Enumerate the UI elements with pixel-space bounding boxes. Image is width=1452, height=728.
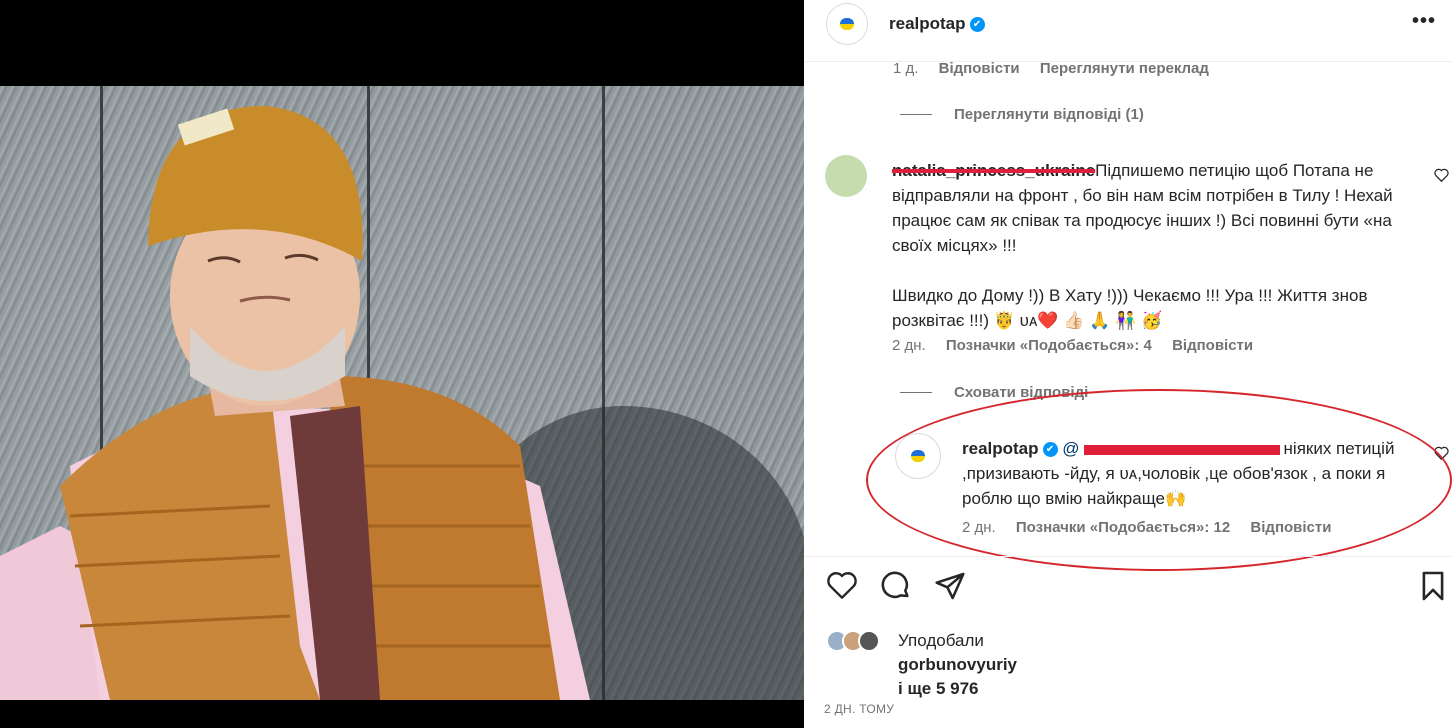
- redaction-bar: [1083, 444, 1280, 455]
- commenter-avatar[interactable]: [825, 155, 867, 197]
- liker-username[interactable]: gorbunovyuriy: [898, 653, 1017, 677]
- reply-text: realpotap ✔ @ ніяких петицій ,призивають -…: [962, 436, 1422, 511]
- liker-avatar: [858, 630, 880, 652]
- view-replies-label: Переглянути відповіді (1): [954, 106, 1144, 123]
- username-text[interactable]: realpotap: [889, 14, 966, 33]
- comment-text: natalia_princess_ukraineПідпишемо петиці…: [892, 158, 1412, 333]
- reply-link[interactable]: Відповісти: [1250, 519, 1331, 536]
- heart-icon[interactable]: [826, 570, 858, 600]
- more-options-icon[interactable]: •••: [1412, 10, 1436, 33]
- mention-symbol: @: [1062, 439, 1080, 458]
- comment-meta: 2 дн. Позначки «Подобається»: 4 Відповіс…: [892, 337, 1269, 354]
- divider-dash: [900, 392, 932, 393]
- reply-username[interactable]: realpotap: [962, 439, 1039, 458]
- reply-meta: 2 дн. Позначки «Подобається»: 12 Відпові…: [962, 519, 1347, 536]
- comment-body-2: Швидко до Дому !)) В Хату !))) Чекаємо !…: [892, 286, 1368, 330]
- heart-flag-icon: [911, 450, 925, 462]
- person-illustration: [0, 106, 590, 700]
- comment-icon[interactable]: [880, 570, 912, 602]
- comment-like-icon[interactable]: [1434, 168, 1449, 182]
- heart-flag-icon: [840, 18, 854, 30]
- action-bar: [824, 570, 1444, 606]
- reply-link[interactable]: Відповісти: [1172, 337, 1253, 354]
- view-replies-button[interactable]: Переглянути відповіді (1): [900, 106, 1144, 123]
- hide-replies-label: Сховати відповіді: [954, 384, 1089, 401]
- reply-avatar[interactable]: [895, 433, 941, 479]
- reply-age: 2 дн.: [962, 519, 996, 536]
- verified-badge-icon: ✔: [1042, 442, 1058, 458]
- comment-age: 2 дн.: [892, 337, 926, 354]
- likes-count-link[interactable]: Позначки «Подобається»: 12: [1016, 519, 1230, 536]
- liker-avatars[interactable]: [826, 630, 896, 652]
- reply-like-icon[interactable]: [1434, 446, 1449, 460]
- profile-avatar[interactable]: [826, 3, 868, 45]
- bookmark-icon[interactable]: [1420, 570, 1446, 602]
- send-icon[interactable]: [934, 570, 966, 602]
- comment-meta: 1 д. Відповісти Переглянути переклад: [893, 60, 1225, 77]
- header-username[interactable]: realpotap ✔: [889, 14, 985, 34]
- reply-link[interactable]: Відповісти: [939, 60, 1020, 77]
- hide-replies-button[interactable]: Сховати відповіді: [900, 384, 1088, 401]
- photo-image: [0, 86, 804, 700]
- redacted-username[interactable]: natalia_princess_ukraine: [892, 161, 1095, 180]
- post-timestamp[interactable]: 2 ДН. ТОМУ: [824, 702, 894, 716]
- others-count-link[interactable]: і ще 5 976: [898, 677, 1017, 701]
- translate-link[interactable]: Переглянути переклад: [1040, 60, 1209, 77]
- verified-badge-icon: ✔: [969, 17, 985, 33]
- comments-panel: realpotap ✔ ••• 1 д. Відповісти Перегляну…: [804, 0, 1452, 728]
- likes-count-link[interactable]: Позначки «Подобається»: 4: [946, 337, 1152, 354]
- comment-age: 1 д.: [893, 60, 919, 77]
- section-divider: [804, 556, 1452, 557]
- liked-by-label: Уподобали: [898, 631, 984, 650]
- post-photo[interactable]: [0, 0, 804, 728]
- likes-text: Уподобали gorbunovyuriy і ще 5 976: [898, 629, 1017, 701]
- post-header: realpotap ✔ •••: [804, 0, 1452, 62]
- divider-dash: [900, 114, 932, 115]
